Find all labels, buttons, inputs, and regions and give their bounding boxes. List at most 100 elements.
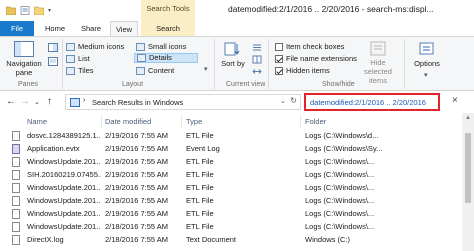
preview-pane-icon[interactable]	[48, 43, 58, 52]
file-list: Name Date modified Type Folder dosvc.128…	[0, 113, 474, 251]
current-view-group-label: Current view	[226, 81, 266, 88]
cell-type: ETL File	[186, 222, 214, 231]
table-row[interactable]: DirectX.log 2/18/2016 7:55 AM Text Docum…	[0, 233, 460, 246]
vertical-scrollbar[interactable]: ▲	[462, 113, 474, 251]
cell-folder: Windows (C:)	[305, 235, 351, 244]
cell-folder: Logs (C:\Windows\...	[305, 157, 375, 166]
table-row[interactable]: dosvc.1284389125.1... 2/19/2016 7:55 AM …	[0, 129, 460, 142]
new-folder-icon[interactable]	[34, 6, 44, 15]
hidden-items-checkbox[interactable]	[275, 67, 283, 75]
item-check-boxes-checkbox[interactable]	[275, 43, 283, 51]
column-header-folder[interactable]: Folder	[305, 117, 326, 126]
up-arrow-icon[interactable]: ↑	[47, 96, 52, 107]
file-icon	[12, 209, 20, 219]
options-icon	[419, 42, 434, 55]
column-divider[interactable]	[181, 115, 182, 127]
clear-search-icon[interactable]: ×	[452, 95, 458, 106]
table-row[interactable]: WindowsUpdate.201... 2/18/2016 7:55 AM E…	[0, 220, 460, 233]
tab-home[interactable]: Home	[40, 21, 70, 36]
cell-folder: Logs (C:\Windows\...	[305, 196, 375, 205]
column-header-name[interactable]: Name	[27, 117, 47, 126]
cell-date: 2/19/2016 7:55 AM	[105, 209, 168, 218]
cell-name: SIH.20160219.07455...	[27, 170, 101, 179]
cell-type: Event Log	[186, 144, 220, 153]
tab-search[interactable]: Search	[145, 21, 191, 36]
file-name-extensions-toggle[interactable]: File name extensions	[275, 54, 357, 64]
layout-list[interactable]: List	[66, 54, 90, 64]
cell-folder: Logs (C:\Windows\d...	[305, 131, 379, 140]
recent-locations-icon[interactable]: ⌄	[34, 98, 40, 106]
layout-more-icon[interactable]: ▾	[204, 65, 208, 73]
panes-group-label: Panes	[18, 81, 38, 88]
layout-small-icons[interactable]: Small icons	[136, 42, 186, 52]
options-dropdown-icon[interactable]: ▾	[424, 71, 428, 79]
address-box[interactable]: › Search Results in Windows ⌄ ↻	[65, 94, 301, 110]
column-divider[interactable]	[101, 115, 102, 127]
hide-selected-items-button[interactable]: Hide selected items	[356, 41, 400, 85]
window-title: datemodified:2/1/2016 .. 2/20/2016 - sea…	[228, 4, 434, 14]
file-icon	[12, 196, 20, 206]
tab-view[interactable]: View	[110, 21, 138, 36]
file-icon	[12, 157, 20, 167]
cell-folder: Logs (C:\Windows\...	[305, 170, 375, 179]
list-icon	[66, 55, 75, 63]
add-columns-icon[interactable]	[252, 55, 262, 64]
cell-date: 2/19/2016 7:55 AM	[105, 131, 168, 140]
address-dropdown-icon[interactable]: ⌄	[280, 97, 286, 105]
event-log-icon	[12, 144, 20, 154]
breadcrumb-separator-icon[interactable]: ›	[83, 97, 85, 104]
size-columns-icon[interactable]	[252, 67, 262, 76]
search-input[interactable]: datemodified:2/1/2016 .. 2/20/2016	[304, 93, 440, 111]
back-arrow-icon[interactable]: ←	[6, 96, 16, 107]
cell-type: ETL File	[186, 157, 214, 166]
refresh-icon[interactable]: ↻	[290, 96, 297, 105]
sort-by-button[interactable]: Sort by	[220, 41, 246, 68]
file-name-extensions-checkbox[interactable]	[275, 55, 283, 63]
layout-details[interactable]: Details	[134, 53, 198, 63]
qat-dropdown-icon[interactable]: ▾	[48, 7, 51, 14]
column-divider[interactable]	[300, 115, 301, 127]
column-header-type[interactable]: Type	[186, 117, 202, 126]
search-query: datemodified:2/1/2016 .. 2/20/2016	[310, 98, 426, 107]
item-check-boxes-toggle[interactable]: Item check boxes	[275, 42, 344, 52]
scrollbar-thumb[interactable]	[465, 133, 471, 203]
tab-file[interactable]: File	[0, 21, 34, 36]
cell-folder: Logs (C:\Windows\...	[305, 183, 375, 192]
file-name-extensions-label: File name extensions	[286, 54, 357, 63]
navigation-pane-button[interactable]: Navigation pane	[4, 41, 44, 77]
forward-arrow-icon[interactable]: →	[20, 96, 30, 107]
cell-name: WindowsUpdate.201...	[27, 209, 101, 218]
cell-name: WindowsUpdate.201...	[27, 183, 101, 192]
search-results-icon	[70, 98, 80, 107]
tab-share[interactable]: Share	[76, 21, 106, 36]
folder-icon[interactable]	[6, 6, 16, 15]
layout-content[interactable]: Content	[136, 66, 174, 76]
layout-tiles[interactable]: Tiles	[66, 66, 94, 76]
ribbon-separator	[62, 39, 63, 89]
table-row[interactable]: Application.evtx 2/19/2016 7:55 AM Event…	[0, 142, 460, 155]
cell-type: ETL File	[186, 209, 214, 218]
table-row[interactable]: WindowsUpdate.201... 2/19/2016 7:55 AM E…	[0, 194, 460, 207]
breadcrumb[interactable]: Search Results in Windows	[92, 98, 183, 107]
cell-type: ETL File	[186, 183, 214, 192]
table-row[interactable]: WindowsUpdate.201... 2/19/2016 7:55 AM E…	[0, 181, 460, 194]
hidden-items-toggle[interactable]: Hidden items	[275, 66, 330, 76]
column-header-date-modified[interactable]: Date modified	[105, 117, 151, 126]
cell-date: 2/19/2016 7:55 AM	[105, 183, 168, 192]
file-icon	[12, 222, 20, 232]
cell-date: 2/19/2016 7:55 AM	[105, 196, 168, 205]
cell-date: 2/19/2016 7:55 AM	[105, 144, 168, 153]
options-button[interactable]: Options	[410, 41, 444, 68]
group-by-icon[interactable]	[252, 43, 262, 52]
properties-icon[interactable]	[20, 5, 30, 15]
layout-medium-icons[interactable]: Medium icons	[66, 42, 124, 52]
table-row[interactable]: WindowsUpdate.201... 2/19/2016 7:55 AM E…	[0, 155, 460, 168]
table-row[interactable]: SIH.20160219.07455... 2/19/2016 7:55 AM …	[0, 168, 460, 181]
layout-content-label: Content	[148, 66, 175, 75]
scroll-up-icon[interactable]: ▲	[465, 115, 471, 121]
cell-type: ETL File	[186, 196, 214, 205]
details-pane-icon[interactable]	[48, 57, 58, 66]
file-icon	[12, 183, 20, 193]
table-row[interactable]: WindowsUpdate.201... 2/19/2016 7:55 AM E…	[0, 207, 460, 220]
cell-type: Text Document	[186, 235, 237, 244]
